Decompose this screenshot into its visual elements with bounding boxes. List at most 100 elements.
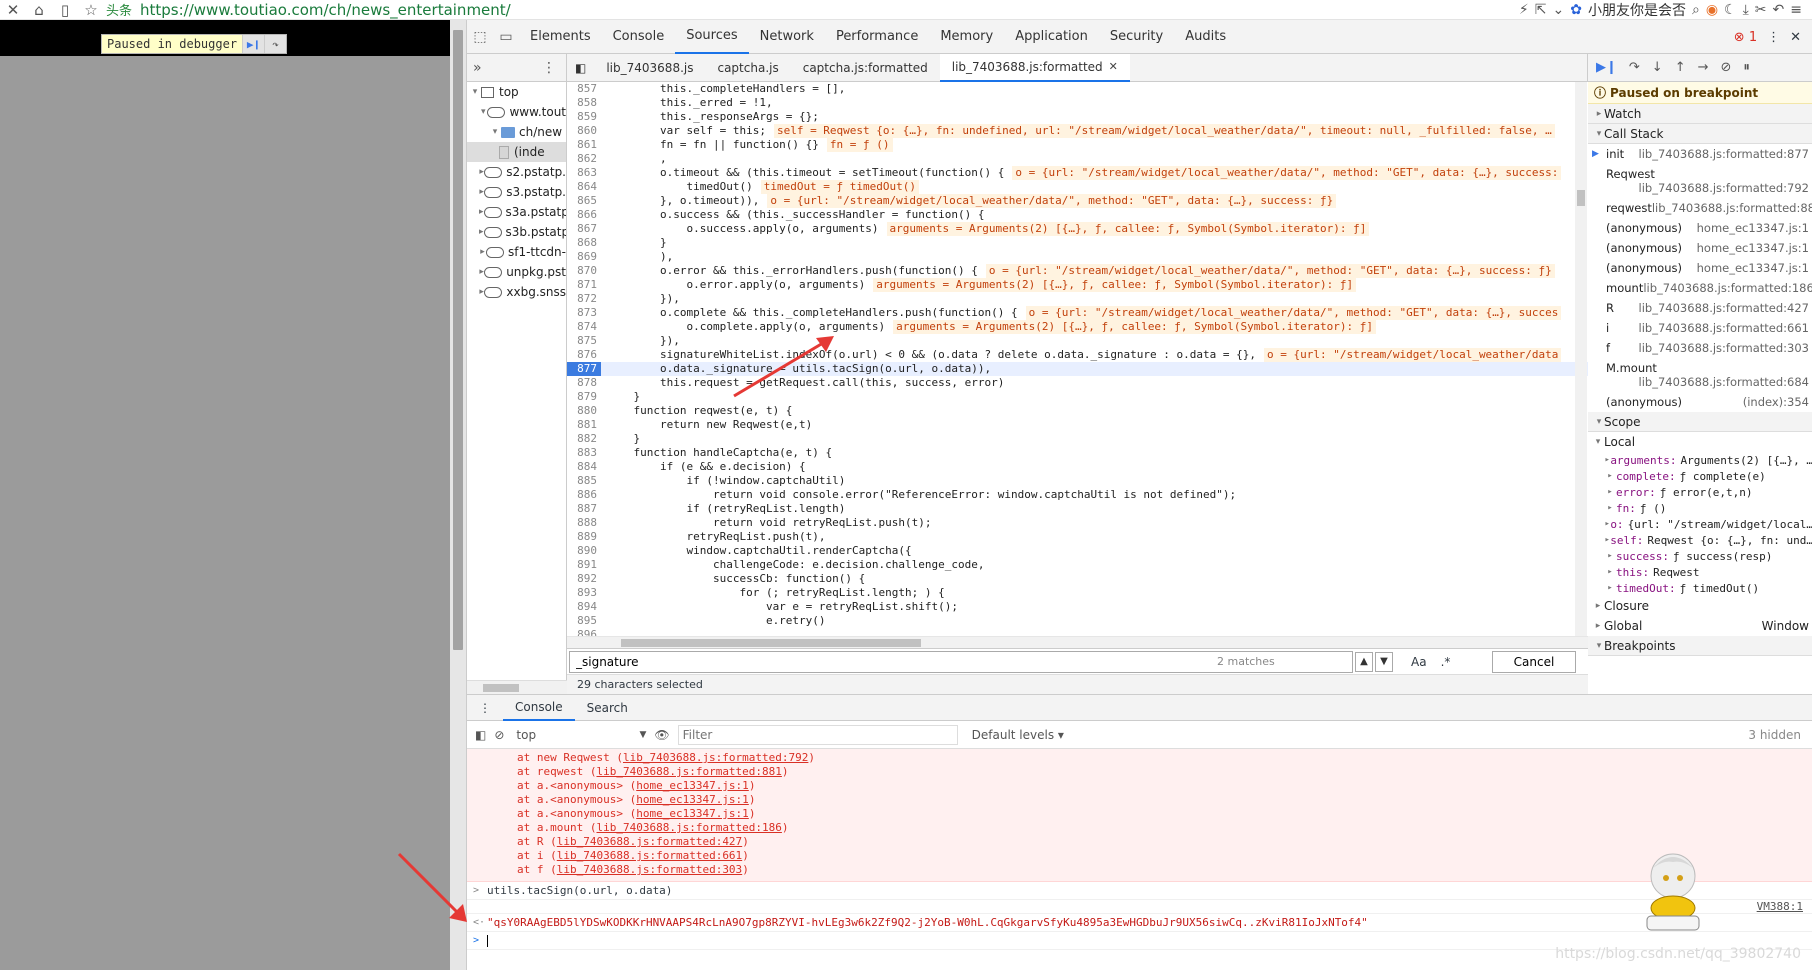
- tab-elements[interactable]: Elements: [519, 20, 602, 54]
- code-vertical-scrollbar[interactable]: [1575, 82, 1587, 636]
- tab-console[interactable]: Console: [602, 20, 676, 54]
- navigator-scroll-thumb[interactable]: [483, 684, 519, 692]
- inspect-icon[interactable]: ⬚: [467, 24, 493, 50]
- code-line[interactable]: 892 successCb: function() {: [567, 572, 1588, 586]
- drawer-menu-icon[interactable]: ⋮: [467, 695, 503, 721]
- tab-application[interactable]: Application: [1004, 20, 1099, 54]
- scope-variable[interactable]: ▸ o: {url: "/stream/widget/local…: [1588, 516, 1812, 532]
- pause-on-exceptions-icon[interactable]: ⏸: [1743, 60, 1750, 75]
- navigator-item[interactable]: ▾ top: [467, 82, 566, 102]
- code-line[interactable]: 866 o.success && (this._successHandler =…: [567, 208, 1588, 222]
- tab-sources[interactable]: Sources: [675, 20, 749, 54]
- line-number[interactable]: 881: [567, 418, 601, 432]
- line-number[interactable]: 873: [567, 306, 601, 320]
- code-line[interactable]: 893 for (; retryReqList.length; ) {: [567, 586, 1588, 600]
- code-line[interactable]: 869 ),: [567, 250, 1588, 264]
- code-line[interactable]: 860 var self = this; self = Reqwest {o: {…: [567, 124, 1588, 138]
- code-line[interactable]: 857 this._completeHandlers = [],: [567, 82, 1588, 96]
- call-frame[interactable]: (anonymous) home_ec13347.js:1: [1588, 218, 1812, 238]
- scope-variable[interactable]: ▸ timedOut: ƒ timedOut(): [1588, 580, 1812, 596]
- drawer-tab-console[interactable]: Console: [503, 695, 575, 721]
- close-icon[interactable]: ✕: [1790, 30, 1801, 45]
- game-icon[interactable]: ◉: [1706, 2, 1718, 18]
- line-number[interactable]: 892: [567, 572, 601, 586]
- code-line[interactable]: 882 }: [567, 432, 1588, 446]
- line-number[interactable]: 858: [567, 96, 601, 110]
- code-line[interactable]: 885 if (!window.captchaUtil): [567, 474, 1588, 488]
- call-frame[interactable]: f lib_7403688.js:formatted:303: [1588, 338, 1812, 358]
- code-line[interactable]: 861 fn = fn || function() {} fn = ƒ (): [567, 138, 1588, 152]
- code-line[interactable]: 879 }: [567, 390, 1588, 404]
- code-line[interactable]: 864 timedOut() timedOut = ƒ timedOut(): [567, 180, 1588, 194]
- star-icon[interactable]: ☆: [78, 0, 104, 20]
- line-number[interactable]: 874: [567, 320, 601, 334]
- code-line[interactable]: 870 o.error && this._errorHandlers.push(…: [567, 264, 1588, 278]
- line-number[interactable]: 863: [567, 166, 601, 180]
- call-frame[interactable]: Rlib_7403688.js:formatted:427: [1588, 298, 1812, 318]
- kebab-icon[interactable]: ⋮: [542, 60, 556, 76]
- chevron-down-icon[interactable]: ⌄: [1553, 2, 1565, 18]
- more-tabs-icon[interactable]: »: [473, 60, 482, 76]
- menu-icon[interactable]: ≡: [1790, 2, 1802, 18]
- trace-source-link[interactable]: lib_7403688.js:formatted:303: [557, 863, 742, 876]
- line-number[interactable]: 859: [567, 110, 601, 124]
- trace-source-link[interactable]: lib_7403688.js:formatted:881: [596, 765, 781, 778]
- call-stack-section[interactable]: ▾ Call Stack: [1588, 124, 1812, 144]
- navigator-item[interactable]: ▸ s3.pstatp.: [467, 182, 566, 202]
- line-number[interactable]: 890: [567, 544, 601, 558]
- code-line[interactable]: 863 o.timeout && (this.timeout = setTime…: [567, 166, 1588, 180]
- error-count-badge[interactable]: ⊗ 1: [1734, 30, 1757, 45]
- call-frame[interactable]: i lib_7403688.js:formatted:661: [1588, 318, 1812, 338]
- editor-tab[interactable]: captcha.js:formatted: [791, 54, 940, 82]
- line-number[interactable]: 861: [567, 138, 601, 152]
- line-number[interactable]: 879: [567, 390, 601, 404]
- line-number[interactable]: 883: [567, 446, 601, 460]
- step-icon[interactable]: →: [1698, 60, 1709, 75]
- navigator-item[interactable]: (inde: [467, 142, 566, 162]
- scope-variable[interactable]: ▸ arguments: Arguments(2) [{…}, …: [1588, 452, 1812, 468]
- scope-variable[interactable]: ▸ this: Reqwest: [1588, 564, 1812, 580]
- code-hscroll-thumb[interactable]: [621, 639, 921, 647]
- regex-toggle[interactable]: .*: [1441, 655, 1451, 669]
- code-line[interactable]: 886 return void console.error("Reference…: [567, 488, 1588, 502]
- line-number[interactable]: 886: [567, 488, 601, 502]
- step-over-icon[interactable]: ↷: [1629, 60, 1640, 75]
- code-line[interactable]: 881 return new Reqwest(e,t): [567, 418, 1588, 432]
- breakpoints-section[interactable]: ▾ Breakpoints: [1588, 636, 1812, 656]
- line-number[interactable]: 857: [567, 82, 601, 96]
- call-frame[interactable]: Reqwest lib_7403688.js:formatted:792: [1588, 164, 1812, 198]
- call-frame[interactable]: reqwest lib_7403688.js:formatted:881: [1588, 198, 1812, 218]
- code-line[interactable]: 876 signatureWhiteList.indexOf(o.url) < …: [567, 348, 1588, 362]
- code-line[interactable]: 873 o.complete && this._completeHandlers…: [567, 306, 1588, 320]
- share-icon[interactable]: ⇱: [1535, 2, 1547, 18]
- call-frame[interactable]: M.mount lib_7403688.js:formatted:684: [1588, 358, 1812, 392]
- navigator-scrollbar[interactable]: [467, 680, 567, 694]
- scope-variable[interactable]: ▸ complete: ƒ complete(e): [1588, 468, 1812, 484]
- code-line[interactable]: 868 }: [567, 236, 1588, 250]
- line-number[interactable]: 872: [567, 292, 601, 306]
- code-line[interactable]: 883 function handleCaptcha(e, t) {: [567, 446, 1588, 460]
- line-number[interactable]: 871: [567, 278, 601, 292]
- page-scroll-thumb[interactable]: [453, 30, 463, 650]
- line-number[interactable]: 869: [567, 250, 601, 264]
- watch-section[interactable]: ▸ Watch: [1588, 104, 1812, 124]
- line-number[interactable]: 878: [567, 376, 601, 390]
- scope-variable[interactable]: ▸ success: ƒ success(resp): [1588, 548, 1812, 564]
- match-case-toggle[interactable]: Aa: [1411, 655, 1427, 669]
- call-frame[interactable]: (anonymous) home_ec13347.js:1: [1588, 258, 1812, 278]
- scope-section[interactable]: ▾ Scope: [1588, 412, 1812, 432]
- close-tab-icon[interactable]: ✕: [1109, 60, 1118, 73]
- code-line[interactable]: 875 }),: [567, 334, 1588, 348]
- scope-variable[interactable]: ▸ self: Reqwest {o: {…}, fn: und…: [1588, 532, 1812, 548]
- line-number[interactable]: 875: [567, 334, 601, 348]
- search-icon[interactable]: ⌕: [1692, 2, 1700, 18]
- moon-icon[interactable]: ☾: [1724, 2, 1737, 18]
- kebab-menu-icon[interactable]: ⋮: [1767, 30, 1780, 45]
- log-levels-dropdown[interactable]: Default levels ▾: [972, 728, 1064, 742]
- navigator-item[interactable]: ▾ www.tout: [467, 102, 566, 122]
- code-line[interactable]: 867 o.success.apply(o, arguments) argumen…: [567, 222, 1588, 236]
- line-number[interactable]: 888: [567, 516, 601, 530]
- code-scroll-thumb[interactable]: [1577, 190, 1585, 206]
- line-number[interactable]: 876: [567, 348, 601, 362]
- resume-icon[interactable]: ▶❙: [242, 35, 265, 53]
